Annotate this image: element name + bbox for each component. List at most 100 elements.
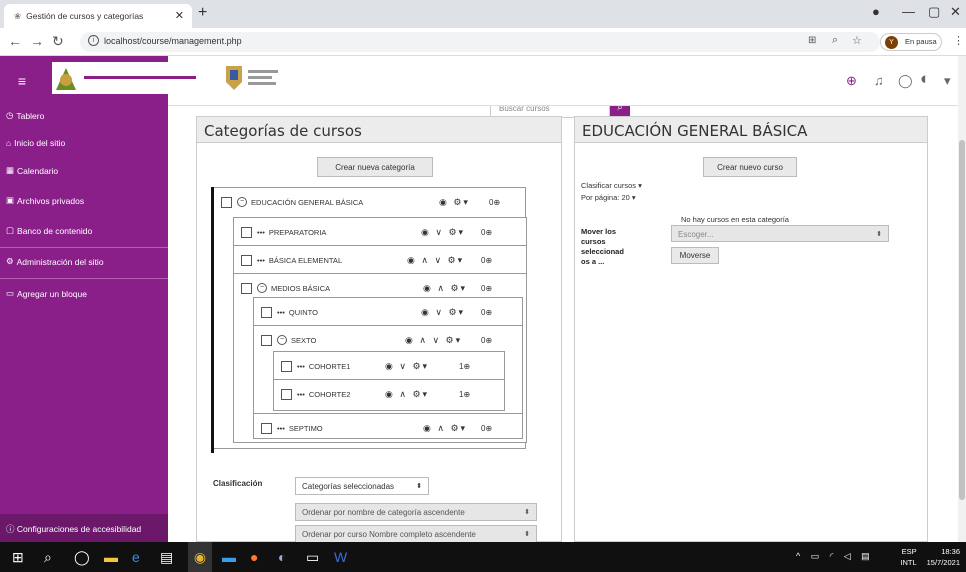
back-icon[interactable]: ← [8,33,22,49]
category-checkbox[interactable] [261,334,272,346]
sidebar-item-private-files[interactable]: ▣ Archivos privados [6,195,84,206]
menu-icon[interactable]: ⋮ [953,34,964,47]
category-name[interactable]: PREPARATORIA [269,228,327,237]
drag-handle-icon[interactable]: ••• [257,228,265,237]
sidebar-item-content-bank[interactable]: ▢ Banco de contenido [6,225,92,236]
category-actions[interactable]: ◉ ∧ ∨ ⚙▾ [407,255,464,266]
sidebar-item-calendar[interactable]: ▦ Calendario [6,165,58,176]
scrollbar[interactable] [958,56,966,542]
category-actions[interactable]: ◉ ∧ ∨ ⚙▾ [405,335,462,346]
create-category-button[interactable]: Crear nueva categoría [317,157,433,177]
system-tray-icons[interactable]: ^ ▭ ◜ ◁ ▤ [796,551,874,562]
scrollbar-thumb[interactable] [959,140,965,500]
info-icon[interactable]: i [88,35,99,46]
search-icon[interactable]: ⌕ [44,549,52,566]
sidebar-item-site-admin[interactable]: ⚙ Administración del sitio [6,256,104,267]
category-checkbox[interactable] [241,226,252,238]
category-name[interactable]: SEXTO [291,336,316,345]
notes-icon[interactable]: ▬ [222,549,236,565]
drag-handle-icon[interactable]: ••• [297,362,305,371]
reload-icon[interactable]: ↻ [52,33,64,50]
globe-icon[interactable]: ⊕ [846,73,857,89]
chat-icon[interactable]: ◯ [898,73,913,89]
sort-course-select[interactable]: Ordenar por curso Nombre completo ascend… [295,525,537,542]
bell-icon[interactable]: ♫ [874,73,884,88]
category-actions[interactable]: ◉ ∧ ⚙▾ [423,423,467,434]
category-checkbox[interactable] [261,422,272,434]
drag-handle-icon[interactable]: ••• [297,390,305,399]
task-view-icon[interactable]: ◯ [74,549,90,566]
sidebar-item-dashboard[interactable]: ◷ Tablero [6,110,44,121]
chrome-icon[interactable]: ◉ [188,542,212,572]
star-icon[interactable]: ☆ [852,34,862,47]
drag-handle-icon[interactable]: ••• [277,424,285,433]
category-name[interactable]: BÁSICA ELEMENTAL [269,256,342,265]
store-icon[interactable]: ▤ [160,549,173,566]
user-avatar-icon[interactable]: ◐ [920,69,930,89]
category-actions[interactable]: ◉ ∨ ⚙▾ [421,307,465,318]
url-field[interactable]: i localhost/course/management.php [80,32,880,52]
category-actions[interactable]: ◉ ∧ ⚙▾ [385,389,429,400]
move-button[interactable]: Moverse [671,247,719,264]
sort-courses-dropdown[interactable]: Clasificar cursos ▾ [581,181,642,190]
category-actions[interactable]: ◉ ∨ ⚙▾ [385,361,429,372]
move-courses-label: Mover los cursos seleccionad os a ... [581,227,624,266]
hamburger-icon[interactable]: ≡ [0,56,44,106]
edge-icon[interactable]: e [132,549,140,565]
terminal-icon[interactable]: ▭ [306,549,319,566]
browser-tab[interactable]: ❀ Gestión de cursos y categorías ✕ [4,4,192,28]
drag-handle-icon[interactable]: ••• [257,256,265,265]
sort-category-select[interactable]: Categorías seleccionadas ⬍ [295,477,429,495]
home-icon: ⌂ [6,138,12,148]
file-explorer-icon[interactable]: ▬ [104,549,118,565]
search-icon: ⌕ [617,106,623,113]
close-window-button[interactable]: ✕ [950,4,961,20]
profile-pause-button[interactable]: Y En pausa [880,33,942,51]
sidebar-item-add-block[interactable]: ▭ Agregar un bloque [6,288,87,299]
zoom-icon[interactable]: ⌕ [832,34,838,47]
category-name[interactable]: MEDIOS BÁSICA [271,284,330,293]
category-checkbox[interactable] [261,306,272,318]
sort-order-select[interactable]: Ordenar por nombre de categoría ascenden… [295,503,537,521]
category-name[interactable]: COHORTE2 [309,390,351,399]
word-icon[interactable]: W [334,549,347,565]
sidebar-item-home[interactable]: ⌂ Inicio del sitio [6,138,65,148]
translate-icon[interactable]: ⊞ [808,35,816,46]
collapse-icon[interactable]: − [277,335,287,345]
profile-icon[interactable]: ● [872,4,880,19]
firefox-icon[interactable]: ● [250,549,258,565]
create-course-button[interactable]: Crear nuevo curso [703,157,797,177]
divider [274,379,504,380]
forward-icon[interactable]: → [30,33,44,49]
per-page-dropdown[interactable]: Por página: 20 ▾ [581,193,636,202]
collapse-icon[interactable]: − [257,283,267,293]
maximize-button[interactable]: ▢ [928,4,940,20]
category-actions[interactable]: ◉ ∧ ⚙▾ [423,283,467,294]
category-checkbox[interactable] [241,282,252,294]
system-clock[interactable]: ESP INTL 18:36 15/7/2021 [900,546,960,568]
category-checkbox[interactable] [281,388,292,400]
category-name[interactable]: COHORTE1 [309,362,351,371]
minimize-button[interactable]: — [902,4,915,19]
chevron-down-icon: ⬍ [524,531,530,538]
category-actions[interactable]: ◉ ⚙▾ [439,197,470,208]
windows-taskbar: ⊞ ⌕ ◯ ▬ e ▤ ◉ ▬ ● ◐ ▭ W ^ ▭ ◜ ◁ ▤ ESP IN… [0,542,966,572]
user-menu-chevron-icon[interactable]: ▾ [944,73,951,89]
category-name[interactable]: QUINTO [289,308,318,317]
app-icon[interactable]: ◐ [278,549,286,565]
select-value: Escoger... [678,230,714,239]
close-tab-icon[interactable]: ✕ [175,9,184,22]
new-tab-button[interactable]: + [198,4,207,22]
category-name[interactable]: SEPTIMO [289,424,323,433]
windows-start-icon[interactable]: ⊞ [12,549,24,566]
collapse-icon[interactable]: − [237,197,247,207]
favicon-icon: ❀ [14,10,22,21]
accessibility-settings-link[interactable]: ⓘ Configuraciones de accesibilidad [0,514,168,542]
category-checkbox[interactable] [241,254,252,266]
category-actions[interactable]: ◉ ∨ ⚙▾ [421,227,465,238]
category-checkbox[interactable] [221,196,232,208]
category-checkbox[interactable] [281,360,292,372]
category-name[interactable]: EDUCACIÓN GENERAL BÁSICA [251,198,363,207]
choose-category-select[interactable]: Escoger... ⬍ [671,225,889,242]
drag-handle-icon[interactable]: ••• [277,308,285,317]
